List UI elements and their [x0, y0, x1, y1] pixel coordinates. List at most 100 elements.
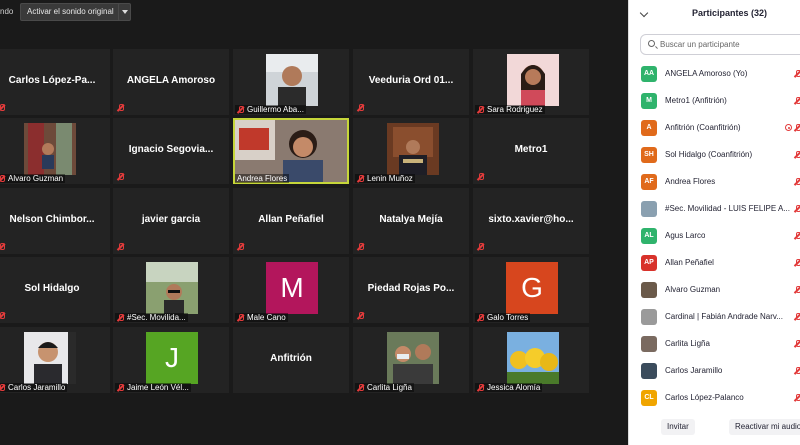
recording-icon	[785, 124, 792, 131]
participant-name: Cardinal | Fabián Andrade Narv...	[665, 312, 783, 321]
video-tile[interactable]: Alvaro Guzman	[0, 118, 110, 184]
video-tile[interactable]: M Male Cano	[233, 257, 349, 323]
muted-mic-icon	[477, 313, 484, 322]
video-tile[interactable]: Nelson Chimbor...	[0, 188, 110, 254]
video-tile[interactable]: #Sec. Movilida...	[113, 257, 229, 323]
video-tile[interactable]: Natalya Mejía	[353, 188, 469, 254]
participant-name: javier garcia	[141, 214, 201, 225]
muted-mic-icon[interactable]	[794, 97, 800, 105]
video-tile[interactable]: Carlita Ligña	[353, 327, 469, 393]
muted-mic-icon	[357, 104, 364, 112]
participant-row[interactable]: M Metro1 (Anfitrión)	[629, 87, 800, 114]
video-tile[interactable]: G Galo Torres	[473, 257, 589, 323]
muted-mic-icon	[0, 104, 5, 112]
video-tile[interactable]: Carlos López-Pa...	[0, 49, 110, 115]
participant-photo	[507, 332, 559, 384]
original-sound-button[interactable]: Activar el sonido original	[20, 3, 121, 21]
participant-row[interactable]: #Sec. Movilidad - LUIS FELIPE A...	[629, 195, 800, 222]
video-tile[interactable]: J Jaime León Vél...	[113, 327, 229, 393]
avatar: J	[146, 332, 198, 384]
muted-mic-icon[interactable]	[794, 178, 800, 186]
participant-row[interactable]: AA ANGELA Amoroso (Yo)	[629, 60, 800, 87]
participant-name: Anfitrión (Coanfitrión)	[665, 123, 741, 132]
video-tile[interactable]: Sara Rodriguez	[473, 49, 589, 115]
muted-mic-icon[interactable]	[794, 151, 800, 159]
active-speaker-tile[interactable]: Andrea Flores	[233, 118, 349, 184]
avatar: SH	[641, 146, 657, 163]
avatar: M	[641, 92, 657, 109]
participant-row[interactable]: AF Andrea Flores	[629, 168, 800, 195]
participant-row[interactable]: Carlos Jaramillo	[629, 357, 800, 384]
muted-mic-icon	[0, 312, 5, 320]
video-tile[interactable]: Sol Hidalgo	[0, 257, 110, 323]
participant-row[interactable]: CL Carlos López-Palanco	[629, 384, 800, 411]
muted-mic-icon[interactable]	[794, 394, 800, 402]
video-tile[interactable]: Metro1	[473, 118, 589, 184]
participant-name: Veeduria Ord 01...	[368, 75, 454, 86]
participant-row[interactable]: Carlita Ligña	[629, 330, 800, 357]
muted-mic-icon[interactable]	[794, 232, 800, 240]
avatar	[641, 200, 657, 217]
search-input[interactable]: Buscar un participante	[640, 34, 800, 55]
participant-name: Carlita Ligña	[665, 339, 710, 348]
participant-row[interactable]: A Anfitrión (Coanfitrión)	[629, 114, 800, 141]
muted-mic-icon	[477, 105, 484, 114]
video-tile[interactable]: Ignacio Segovia...	[113, 118, 229, 184]
avatar: AL	[641, 227, 657, 244]
participant-row[interactable]: Cardinal | Fabián Andrade Narv...	[629, 303, 800, 330]
muted-mic-icon	[117, 173, 124, 181]
participant-row[interactable]: SH Sol Hidalgo (Coanfitrión)	[629, 141, 800, 168]
video-tile[interactable]: Jessica Alomía	[473, 327, 589, 393]
muted-mic-icon[interactable]	[794, 313, 800, 321]
video-tile[interactable]: Allan Peñafiel	[233, 188, 349, 254]
video-tile[interactable]: Piedad Rojas Po...	[353, 257, 469, 323]
avatar	[641, 281, 657, 298]
participant-name: Metro1	[514, 144, 548, 155]
muted-mic-icon[interactable]	[794, 259, 800, 267]
participant-list: AA ANGELA Amoroso (Yo) M Metro1 (Anfitrión)…	[629, 60, 800, 411]
muted-mic-icon	[117, 243, 124, 251]
video-tile[interactable]: ANGELA Amoroso	[113, 49, 229, 115]
unmute-button[interactable]: Reactivar mi audio	[729, 419, 800, 435]
muted-mic-icon	[237, 243, 244, 251]
sound-dropdown-chevron-icon[interactable]	[118, 3, 131, 21]
invite-button[interactable]: Invitar	[661, 419, 695, 435]
avatar: M	[266, 262, 318, 314]
muted-mic-icon	[357, 243, 364, 251]
participant-row[interactable]: Alvaro Guzman	[629, 276, 800, 303]
participant-name: Carlita Ligña	[367, 383, 412, 392]
participant-name: sixto.xavier@ho...	[488, 214, 574, 225]
muted-mic-icon	[237, 313, 244, 322]
participant-name: Natalya Mejía	[379, 214, 443, 225]
search-icon	[648, 40, 655, 47]
search-placeholder: Buscar un participante	[660, 40, 740, 49]
muted-mic-icon[interactable]	[794, 340, 800, 348]
muted-mic-icon[interactable]	[794, 124, 800, 132]
participant-name: Lenin Muñoz	[367, 174, 413, 183]
muted-mic-icon	[117, 104, 124, 112]
muted-mic-icon	[357, 383, 364, 392]
muted-mic-icon[interactable]	[794, 286, 800, 294]
participant-name: Sol Hidalgo	[24, 283, 80, 294]
video-tile[interactable]: Carlos Jaramillo	[0, 327, 110, 393]
avatar: AP	[641, 254, 657, 271]
participant-name: #Sec. Movilida...	[127, 313, 186, 322]
muted-mic-icon[interactable]	[794, 367, 800, 375]
avatar: G	[506, 262, 558, 314]
muted-mic-icon[interactable]	[794, 205, 800, 213]
video-gallery: ndo Activar el sonido original Carlos Ló…	[0, 0, 628, 445]
video-tile[interactable]: Guillermo Aba...	[233, 49, 349, 115]
participant-photo	[24, 332, 76, 384]
participant-row[interactable]: AL Agus Larco	[629, 222, 800, 249]
participant-name: Alvaro Guzman	[8, 174, 64, 183]
video-tile[interactable]: Lenin Muñoz	[353, 118, 469, 184]
participant-row[interactable]: AP Allan Peñafiel	[629, 249, 800, 276]
muted-mic-icon	[0, 243, 5, 251]
video-tile[interactable]: Anfitrión	[233, 327, 349, 393]
video-tile[interactable]: sixto.xavier@ho...	[473, 188, 589, 254]
muted-mic-icon[interactable]	[794, 70, 800, 78]
avatar: A	[641, 119, 657, 136]
video-tile[interactable]: Veeduria Ord 01...	[353, 49, 469, 115]
video-tile[interactable]: javier garcia	[113, 188, 229, 254]
participant-photo	[387, 332, 439, 384]
